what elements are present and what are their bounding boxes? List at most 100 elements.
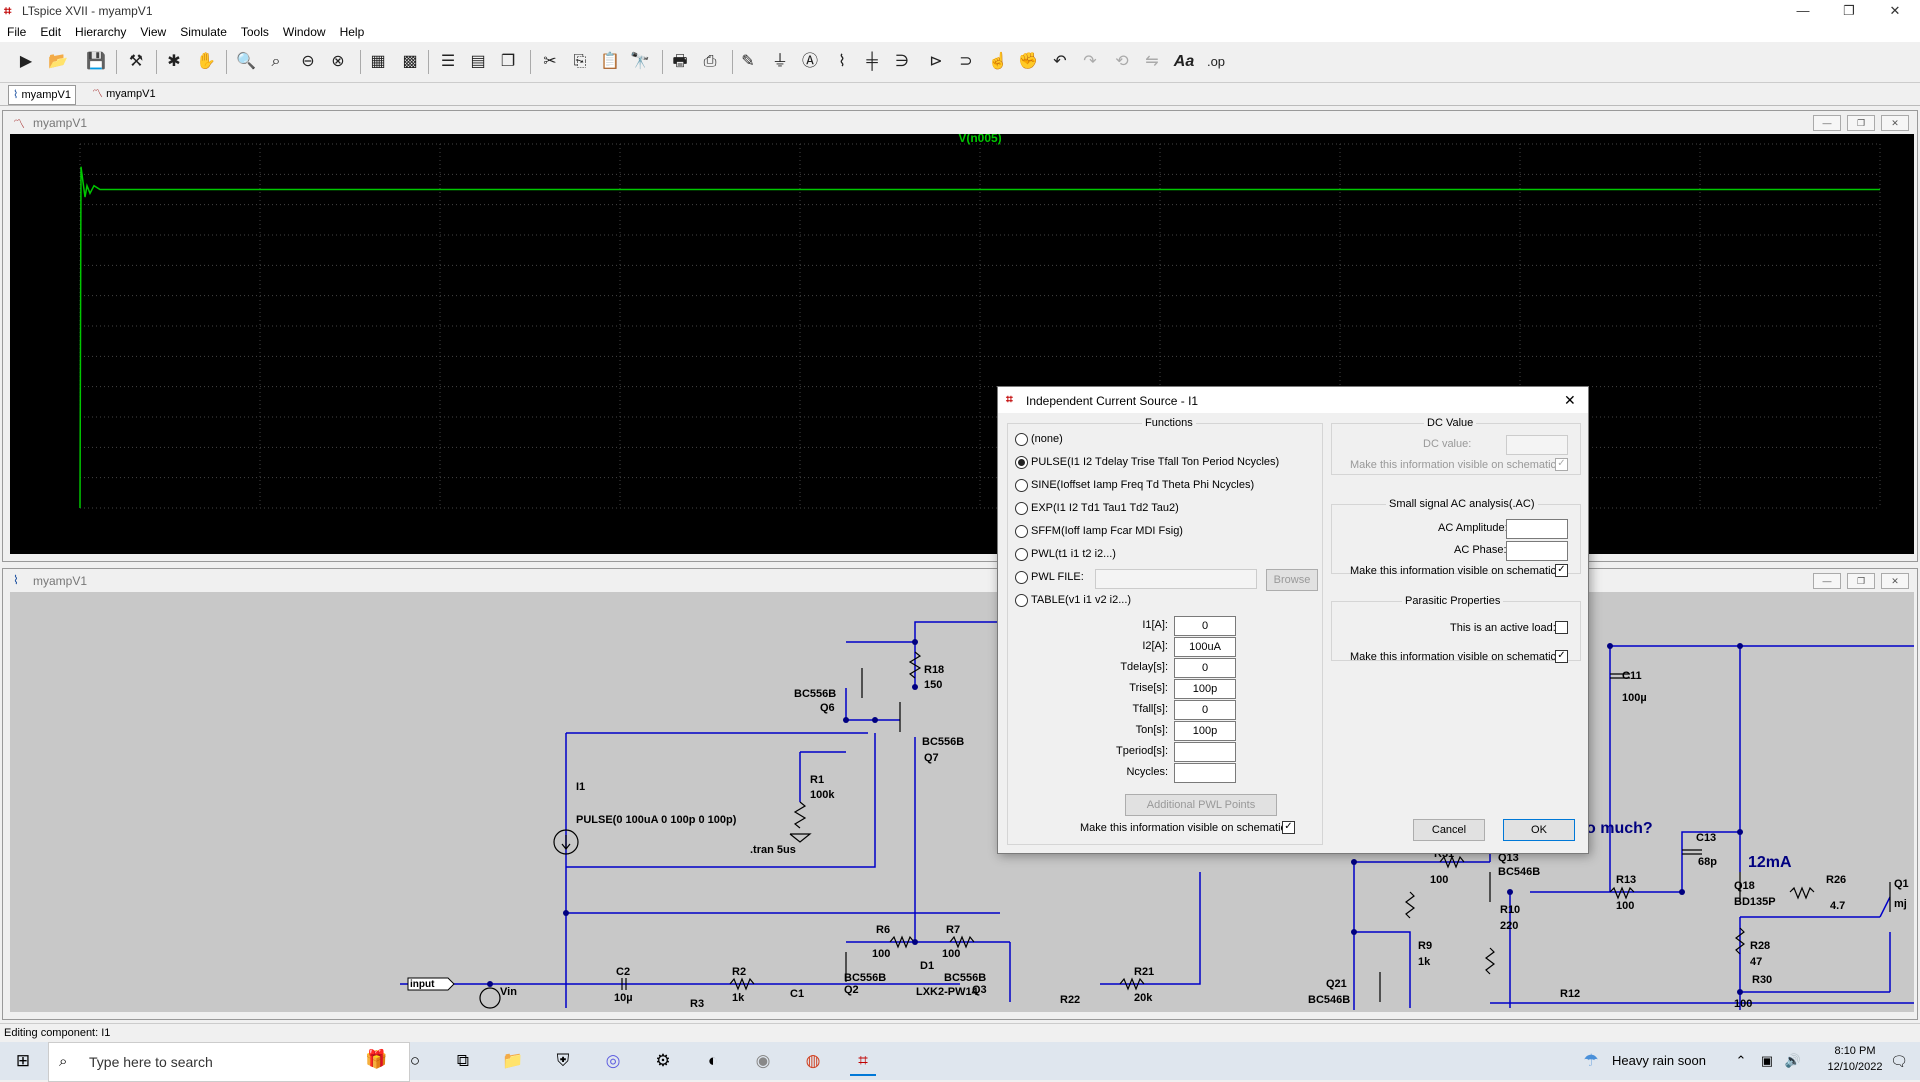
browse-button[interactable]: Browse [1266,569,1318,591]
dc-value-input[interactable] [1506,435,1568,455]
radio-sffm[interactable] [1015,525,1028,538]
autorange-icon[interactable]: ▦ [366,50,390,74]
halt-icon[interactable]: ✱ [162,50,186,74]
save-icon[interactable]: 💾 [84,50,108,74]
ncycles-param-input[interactable] [1174,763,1236,783]
schematic-canvas[interactable]: BC556B Q6 R18 150 BC556B Q7 R1 100k I1 P… [10,592,1914,1012]
additional-pwl-button[interactable]: Additional PWL Points [1125,794,1277,816]
menu-edit[interactable]: Edit [33,22,68,39]
paste-icon[interactable]: 📋 [598,50,622,74]
tperiod-param-input[interactable] [1174,742,1236,762]
radio-exp[interactable] [1015,502,1028,515]
tfall-param-input[interactable]: 0 [1174,700,1236,720]
tab-schematic[interactable]: ⌇ myampV1 [8,85,76,105]
copy-icon[interactable]: ⎘ [568,50,592,74]
close-button[interactable]: ✕ [1872,0,1918,22]
zoom-area-icon[interactable]: ⌕ [264,50,288,74]
weather-text[interactable]: Heavy rain soon [1612,1053,1706,1068]
menu-view[interactable]: View [133,22,173,39]
i2-param-input[interactable]: 100uA [1174,637,1236,657]
draw-wire-icon[interactable]: ✎ [736,50,760,74]
text-icon[interactable]: Aa [1172,50,1196,74]
print-icon[interactable]: 🖶 [668,50,692,74]
clock-date[interactable]: 12/10/2022 [1820,1061,1890,1073]
active-load-checkbox[interactable] [1555,621,1568,634]
drag-icon[interactable]: ✊ [1016,50,1040,74]
zoom-fit-icon[interactable]: ⊗ [326,50,350,74]
tab-waveform[interactable]: 〽 myampV1 [88,85,160,103]
minimize-button[interactable]: — [1780,0,1826,22]
cascade-icon[interactable]: ❐ [496,50,520,74]
dc-visible-checkbox[interactable]: ✓ [1555,458,1568,471]
zoom-in-icon[interactable]: 🔍 [234,50,258,74]
dialog-close-icon[interactable]: ✕ [1564,392,1576,409]
maximize-button[interactable]: ❐ [1826,0,1872,22]
ok-button[interactable]: OK [1503,819,1575,841]
trise-param-input[interactable]: 100p [1174,679,1236,699]
radio-sine[interactable] [1015,479,1028,492]
mdi-close-button[interactable]: ✕ [1881,573,1909,589]
cut-icon[interactable]: ✂ [538,50,562,74]
mdi-maximize-button[interactable]: ❐ [1847,573,1875,589]
undo-icon[interactable]: ↶ [1048,50,1072,74]
radio-pwl-file[interactable] [1015,571,1028,584]
menu-simulate[interactable]: Simulate [173,22,234,39]
waveform-plot[interactable]: V(n005) [10,134,1914,554]
spice-directive-icon[interactable]: .op [1204,50,1228,74]
app-icon-2[interactable]: ◐ [700,1048,726,1074]
task-view-icon[interactable]: ⧉ [450,1048,476,1074]
zoom-out-icon[interactable]: ⊖ [296,50,320,74]
grid-icon[interactable]: ▩ [398,50,422,74]
component-icon[interactable]: ⊃ [954,50,978,74]
tile-vertical-icon[interactable]: ▤ [466,50,490,74]
network-icon[interactable]: ▣ [1754,1048,1780,1074]
move-icon[interactable]: ☝ [986,50,1010,74]
clock-time[interactable]: 8:10 PM [1820,1045,1890,1057]
menu-hierarchy[interactable]: Hierarchy [68,22,133,39]
discord-icon[interactable]: ◎ [600,1048,626,1074]
menu-help[interactable]: Help [333,22,372,39]
inductor-icon[interactable]: ∋ [890,50,914,74]
label-net-icon[interactable]: Ⓐ [798,50,822,74]
print-preview-icon[interactable]: ⎙ [698,50,722,74]
menu-tools[interactable]: Tools [234,22,276,39]
radio-pulse[interactable] [1015,456,1028,469]
pan-icon[interactable]: ✋ [194,50,218,74]
run-icon[interactable]: ▶ [14,50,38,74]
menu-file[interactable]: File [0,22,33,39]
ac-amplitude-input[interactable] [1506,519,1568,539]
taskbar-search-box[interactable]: ⌕ Type here to search 🎁 [48,1042,410,1082]
pwl-file-input[interactable] [1095,569,1257,589]
cancel-button[interactable]: Cancel [1413,819,1485,841]
radio-pwl[interactable] [1015,548,1028,561]
ground-icon[interactable]: ⏚ [768,50,792,74]
ton-param-input[interactable]: 100p [1174,721,1236,741]
ac-visible-checkbox[interactable]: ✓ [1555,564,1568,577]
rotate-icon[interactable]: ⟲ [1110,50,1134,74]
trace-label[interactable]: V(n005) [958,134,1001,145]
windows-start-icon[interactable]: ⊞ [10,1048,36,1074]
mdi-minimize-button[interactable]: — [1813,115,1841,131]
radio-table[interactable] [1015,594,1028,607]
tile-horizontal-icon[interactable]: ☰ [436,50,460,74]
settings-icon[interactable]: ⚙ [650,1048,676,1074]
mdi-minimize-button[interactable]: — [1813,573,1841,589]
app-icon-3[interactable]: ◉ [750,1048,776,1074]
control-panel-icon[interactable]: ⚒ [124,50,148,74]
chrome-icon[interactable]: ◍ [800,1048,826,1074]
open-icon[interactable]: 📂 [46,50,70,74]
mdi-close-button[interactable]: ✕ [1881,115,1909,131]
menu-window[interactable]: Window [276,22,333,39]
tray-chevron-icon[interactable]: ⌃ [1728,1048,1754,1074]
i1-param-input[interactable]: 0 [1174,616,1236,636]
ltspice-taskbar-icon[interactable]: ⌗ [850,1048,876,1076]
volume-icon[interactable]: 🔊 [1780,1048,1806,1074]
radio-none[interactable] [1015,433,1028,446]
file-explorer-icon[interactable]: 📁 [500,1048,526,1074]
mirror-icon[interactable]: ⇋ [1140,50,1164,74]
cortana-icon[interactable]: ○ [402,1048,428,1074]
resistor-icon[interactable]: ⌇ [830,50,854,74]
tdelay-param-input[interactable]: 0 [1174,658,1236,678]
mdi-maximize-button[interactable]: ❐ [1847,115,1875,131]
parasitic-visible-checkbox[interactable]: ✓ [1555,650,1568,663]
